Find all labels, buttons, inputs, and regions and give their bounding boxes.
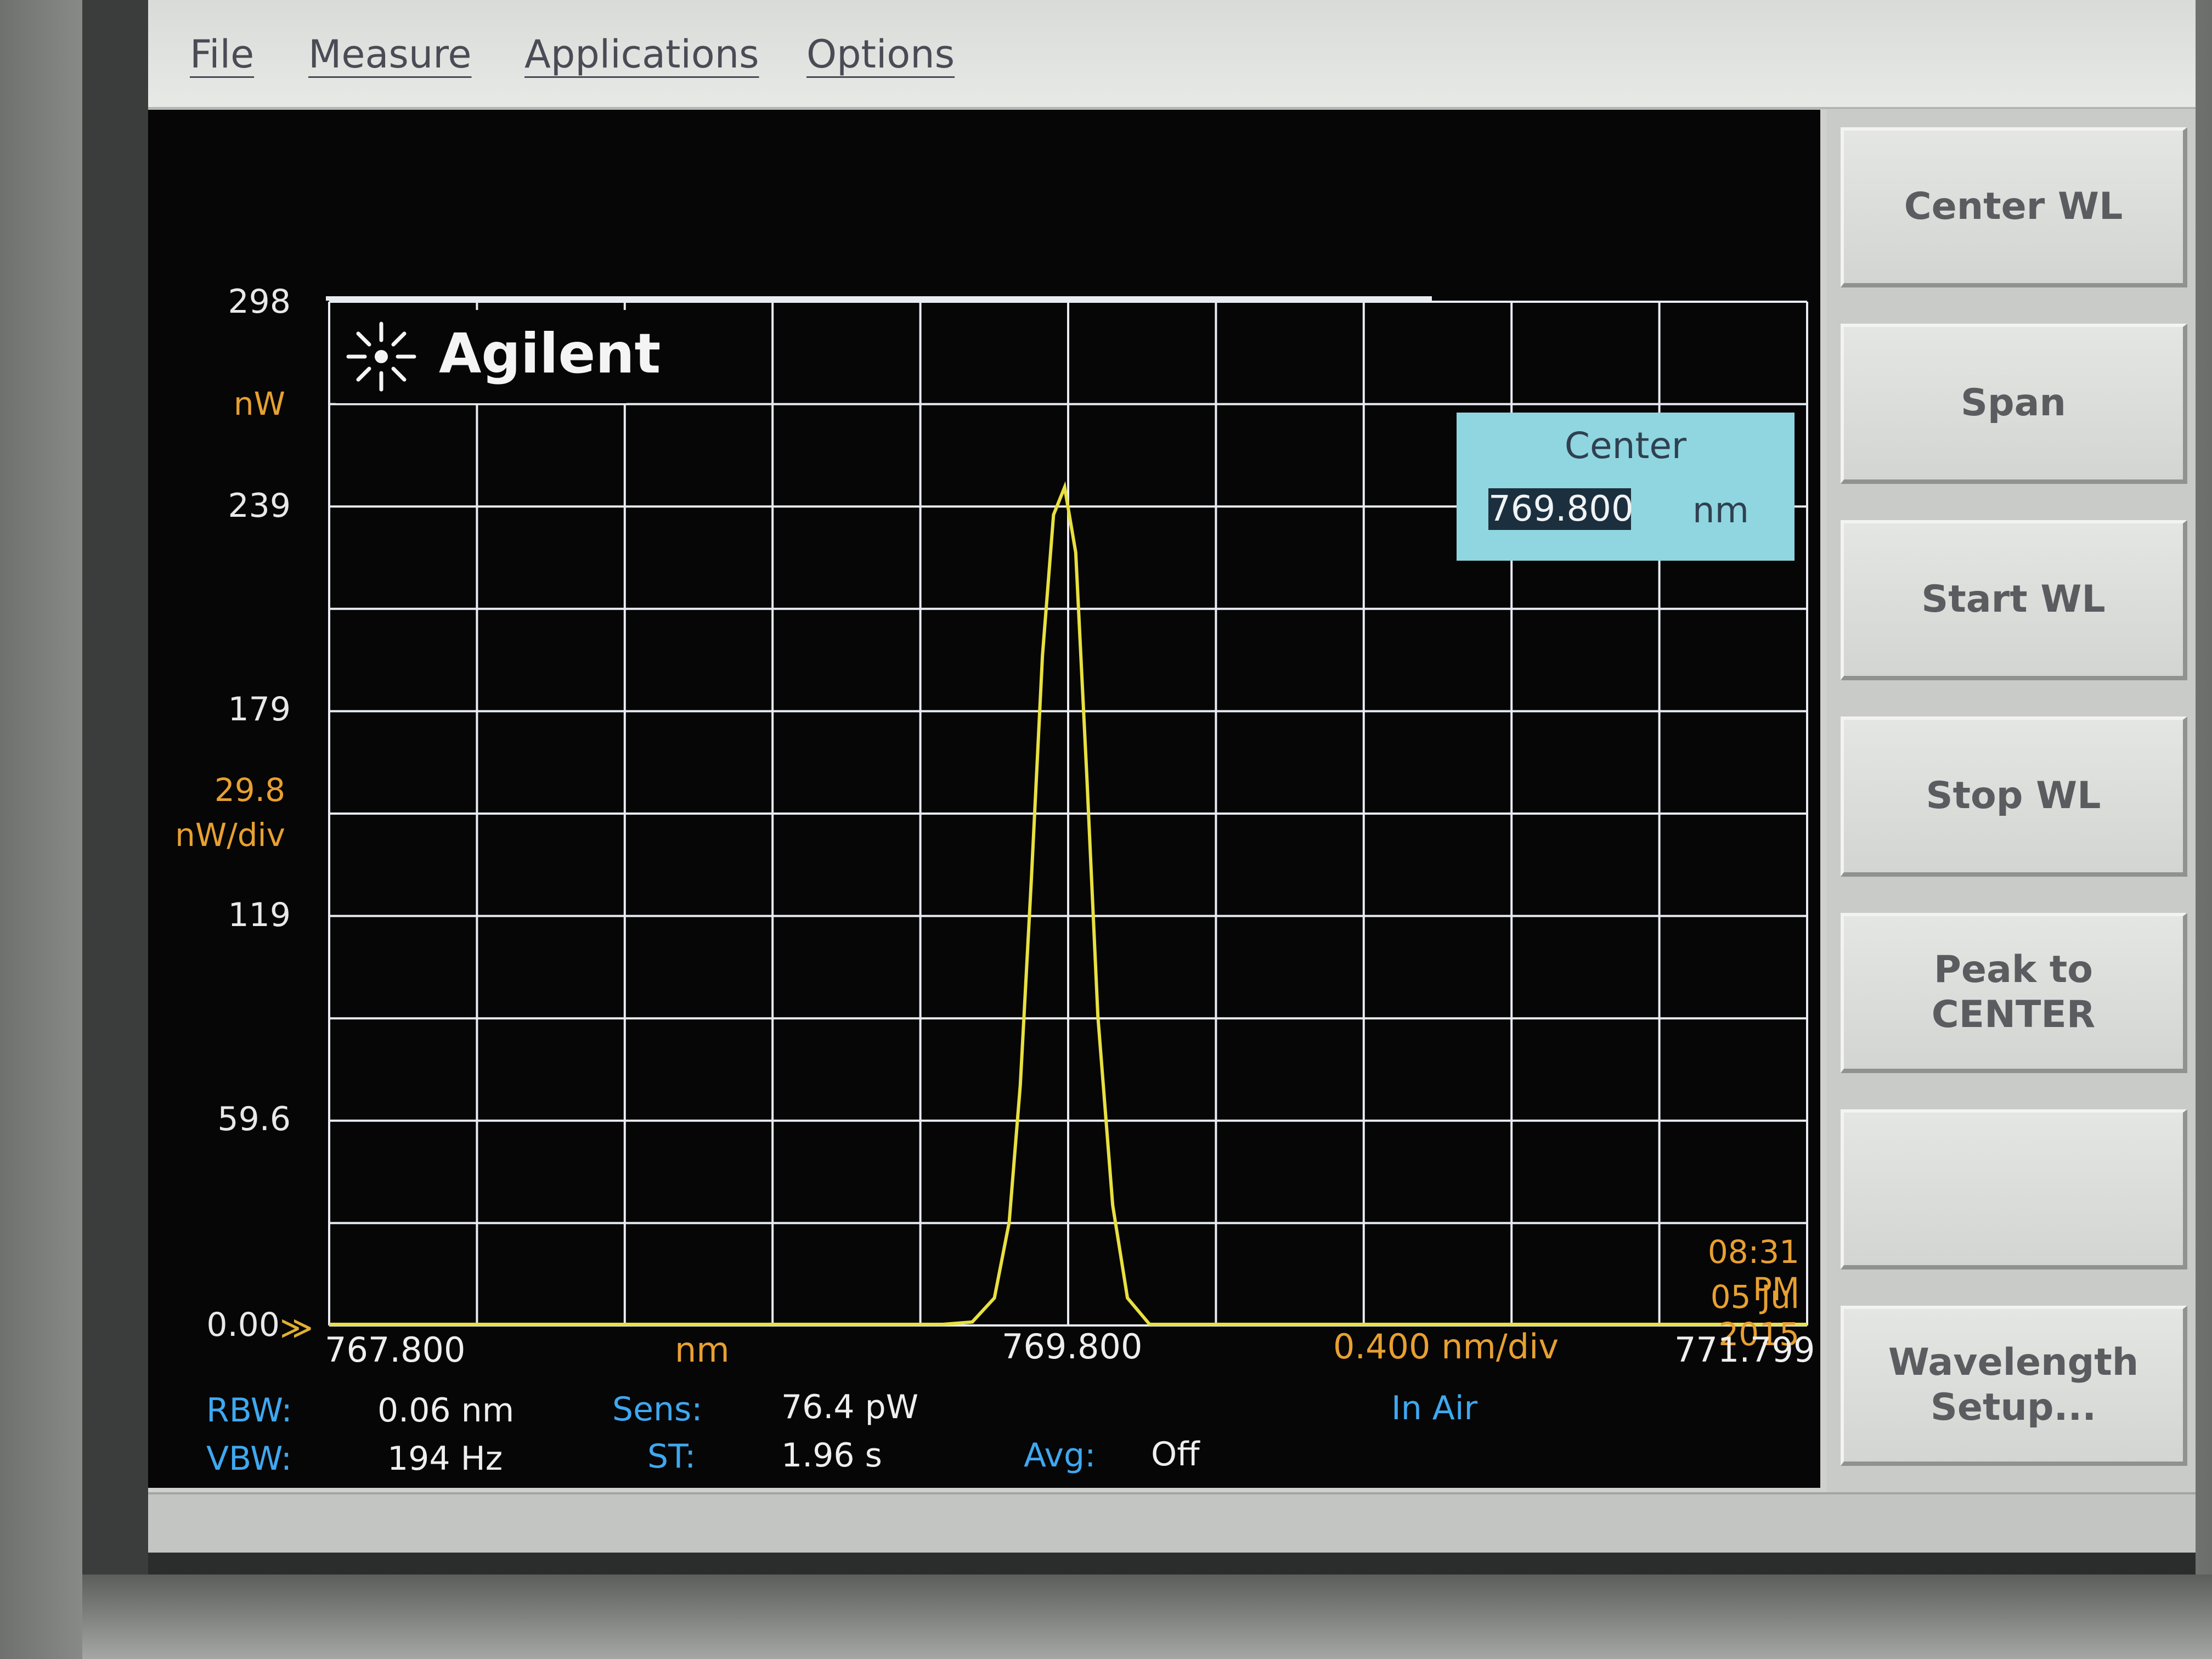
span-button[interactable]: Span [1841,324,2187,484]
stop-wl-button[interactable]: Stop WL [1841,716,2187,877]
bezel-bottom-edge [82,1575,2212,1659]
wavelength-setup-label: Wavelength Setup... [1888,1341,2139,1429]
x-center-label: 769.800 [1002,1327,1143,1367]
center-entry-unit: nm [1692,490,1749,531]
y-scale-unit: nW/div [175,816,285,854]
agilent-spark-icon [346,321,416,392]
status-strip [148,1492,2196,1555]
menu-measure[interactable]: Measure [308,32,472,77]
start-wl-button[interactable]: Start WL [1841,520,2187,680]
avg-value: Off [1151,1435,1200,1474]
medium-label: In Air [1391,1389,1478,1427]
st-label: ST: [647,1437,696,1476]
y-axis-unit: nW [233,385,285,422]
wavelength-setup-button[interactable]: Wavelength Setup... [1841,1306,2187,1466]
center-entry-input[interactable]: 769.800 [1488,488,1634,530]
center-entry-label: Center [1564,425,1687,467]
menu-applications[interactable]: Applications [524,32,759,77]
menu-file[interactable]: File [190,32,254,77]
st-value: 1.96 s [781,1436,882,1475]
vbw-label: VBW: [206,1440,292,1478]
y-scale-value: 29.8 [214,771,285,809]
center-wl-button[interactable]: Center WL [1841,127,2187,287]
reference-level-arrow-icon: ≫ [280,1309,313,1346]
vbw-value: 194 Hz [387,1440,503,1478]
y-tick-label: 119 [228,896,291,934]
x-stop-label: 771.799 [1674,1330,1815,1370]
peak-to-center-button[interactable]: Peak to CENTER [1841,913,2187,1073]
menu-options[interactable]: Options [806,32,955,77]
rbw-label: RBW: [206,1391,292,1430]
menu-bar: File Measure Applications Options [148,0,2196,109]
y-tick-label: 298 [228,283,291,321]
screen-bottom-edge [148,1553,2196,1575]
x-start-label: 767.800 [325,1330,466,1370]
rbw-value: 0.06 nm [377,1391,515,1430]
sens-label: Sens: [612,1390,703,1429]
start-wl-label: Start WL [1921,578,2106,621]
x-scale-label: 0.400 nm/div [1333,1327,1559,1367]
blank-softkey-button[interactable] [1841,1109,2187,1269]
y-tick-label: 239 [228,487,291,525]
bezel-left-edge [82,0,148,1575]
span-label: Span [1961,381,2066,425]
x-axis-unit: nm [675,1330,730,1370]
y-tick-label: 59.6 [217,1100,291,1138]
peak-to-center-label: Peak to CENTER [1931,948,2096,1036]
center-wl-label: Center WL [1904,185,2123,228]
center-entry-box: Center 769.800 nm [1457,413,1795,561]
stop-wl-label: Stop WL [1926,774,2101,817]
sens-value: 76.4 pW [781,1388,919,1426]
avg-label: Avg: [1024,1436,1096,1475]
y-tick-label: 0.00 [206,1306,280,1344]
brand-logo-text: Agilent [439,321,661,386]
y-tick-label: 179 [228,690,291,729]
